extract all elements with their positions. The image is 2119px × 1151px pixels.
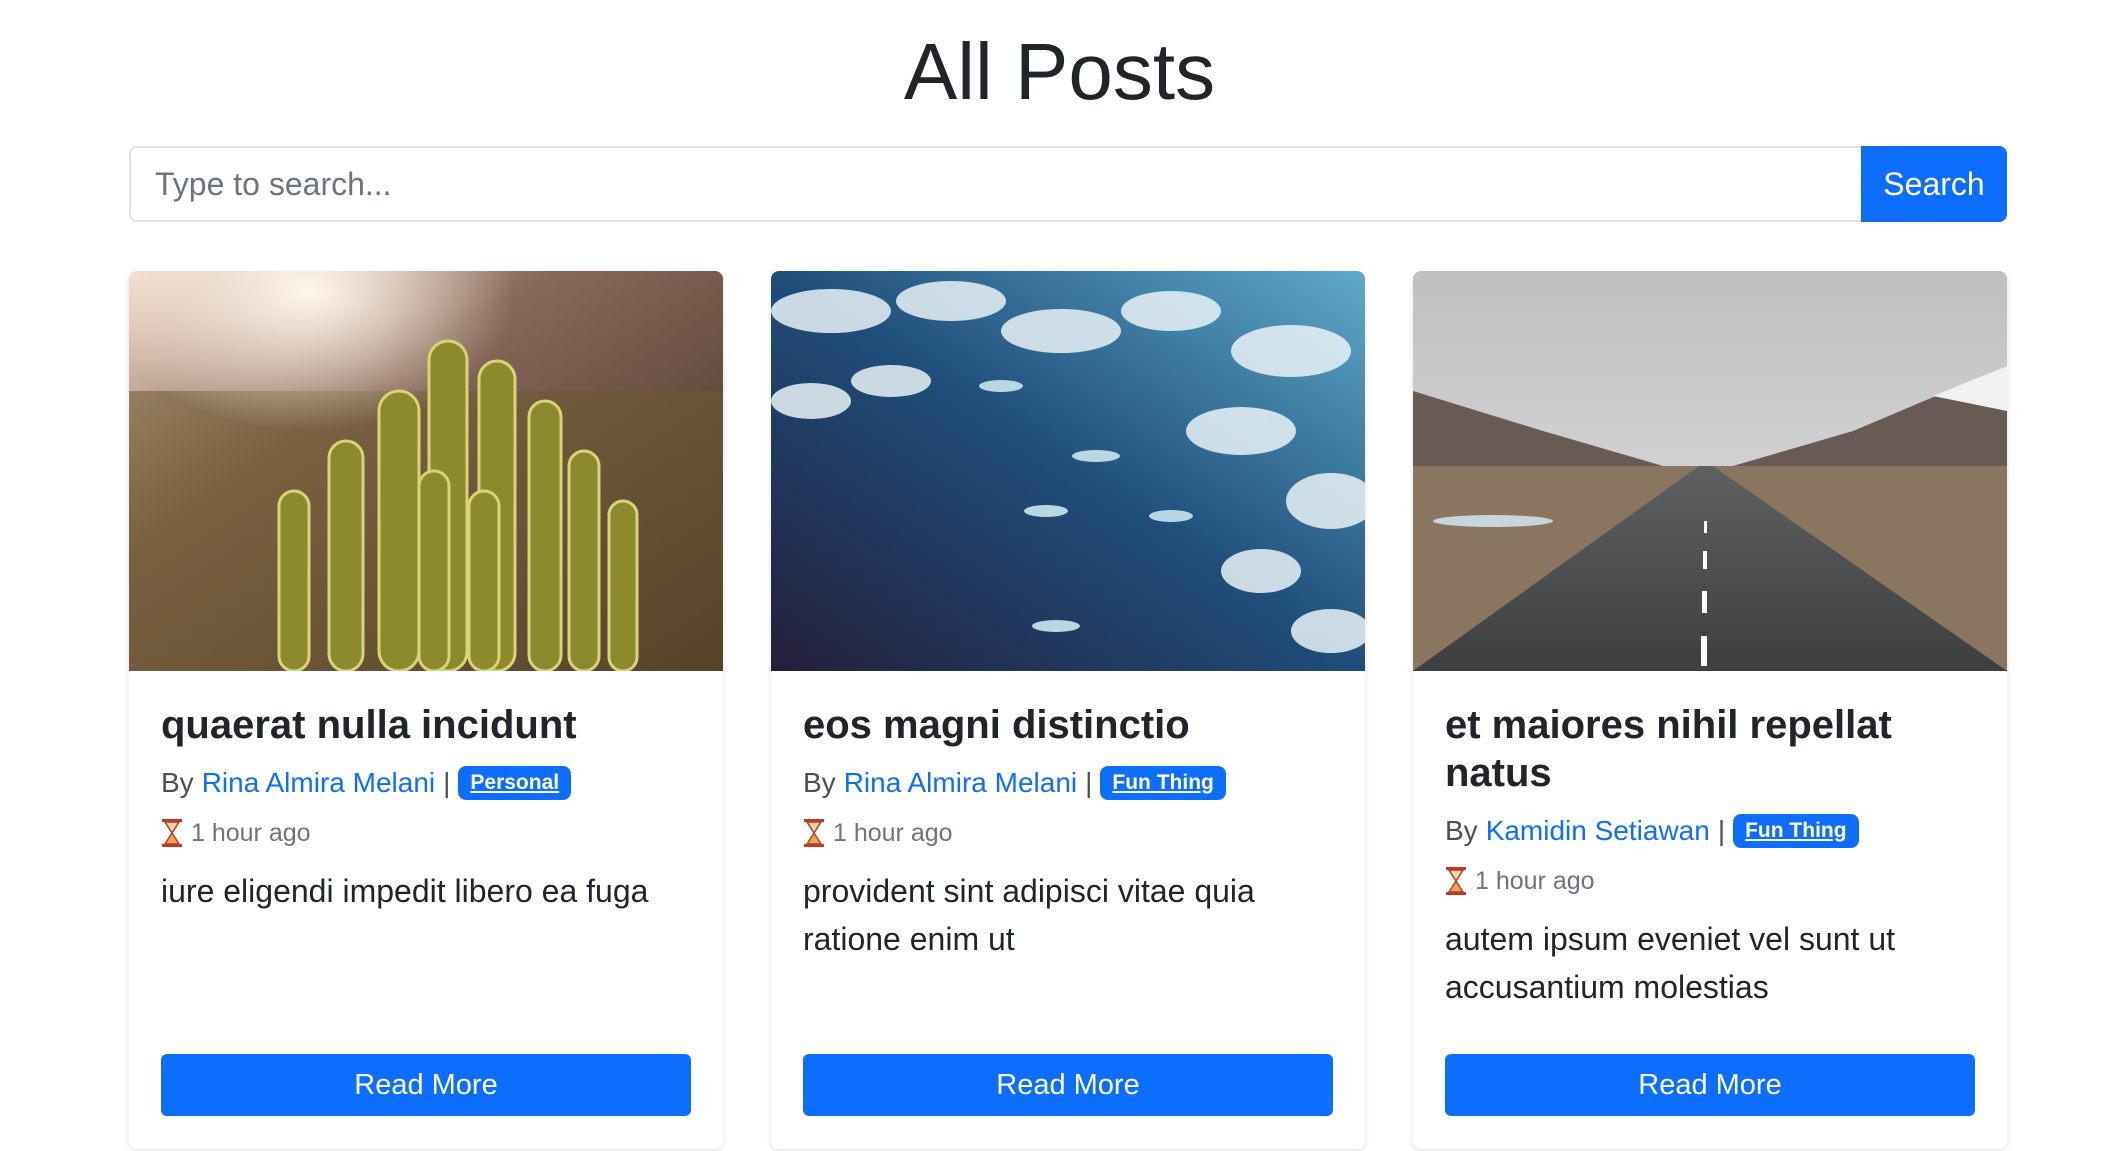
post-excerpt: provident sint adipisci vitae quia ratio… [803, 873, 1255, 957]
by-label: By [803, 767, 836, 798]
page-title: All Posts [903, 27, 1216, 116]
post-byline: By Rina Almira Melani | Personal [161, 763, 691, 803]
read-more-button[interactable]: Read More [161, 1054, 691, 1116]
post-time: 1 hour ago [1445, 865, 1975, 897]
author-link[interactable]: Rina Almira Melani [844, 763, 1077, 803]
post-excerpt: iure eligendi impedit libero ea fuga [161, 873, 649, 909]
post-byline: By Kamidin Setiawan | Fun Thing [1445, 811, 1975, 851]
search-input[interactable] [129, 146, 1861, 222]
post-card: eos magni distinctio By Rina Almira Mela… [771, 271, 1365, 1149]
post-time: 1 hour ago [161, 817, 691, 849]
post-image-road [1413, 271, 2007, 671]
post-excerpt: autem ipsum eveniet vel sunt ut accusant… [1445, 921, 1896, 1005]
time-ago: 1 hour ago [191, 819, 311, 847]
posts-page: All Posts Search [0, 0, 2119, 1151]
post-title: quaerat nulla incidunt [161, 703, 577, 747]
post-card-body: eos magni distinctio By Rina Almira Mela… [803, 671, 1333, 1149]
hourglass-icon [162, 819, 182, 847]
category-badge[interactable]: Personal [458, 766, 572, 800]
search-button[interactable]: Search [1861, 146, 2007, 222]
by-label: By [161, 767, 194, 798]
post-byline: By Rina Almira Melani | Fun Thing [803, 763, 1333, 803]
category-badge[interactable]: Fun Thing [1733, 814, 1859, 848]
post-card-body: et maiores nihil repellat natus By Kamid… [1445, 671, 1975, 1149]
post-image-fish-in-water [771, 271, 1365, 671]
time-ago: 1 hour ago [833, 819, 953, 847]
post-image-cactus [129, 271, 723, 671]
read-more-button[interactable]: Read More [1445, 1054, 1975, 1116]
post-card-body: quaerat nulla incidunt By Rina Almira Me… [161, 671, 691, 1149]
category-badge[interactable]: Fun Thing [1100, 766, 1226, 800]
author-link[interactable]: Kamidin Setiawan [1486, 811, 1710, 851]
author-link[interactable]: Rina Almira Melani [202, 763, 435, 803]
post-card: quaerat nulla incidunt By Rina Almira Me… [129, 271, 723, 1149]
post-time: 1 hour ago [803, 817, 1333, 849]
hourglass-icon [804, 819, 824, 847]
post-title: et maiores nihil repellat natus [1445, 703, 1892, 795]
time-ago: 1 hour ago [1475, 867, 1595, 895]
byline-separator: | [443, 767, 451, 798]
search-bar: Search [129, 146, 2007, 222]
read-more-button[interactable]: Read More [803, 1054, 1333, 1116]
post-card: et maiores nihil repellat natus By Kamid… [1413, 271, 2007, 1149]
byline-separator: | [1717, 815, 1726, 846]
post-title: eos magni distinctio [803, 703, 1190, 747]
byline-separator: | [1085, 767, 1093, 798]
by-label: By [1445, 815, 1478, 846]
hourglass-icon [1446, 867, 1466, 895]
post-list: quaerat nulla incidunt By Rina Almira Me… [129, 271, 2007, 1149]
